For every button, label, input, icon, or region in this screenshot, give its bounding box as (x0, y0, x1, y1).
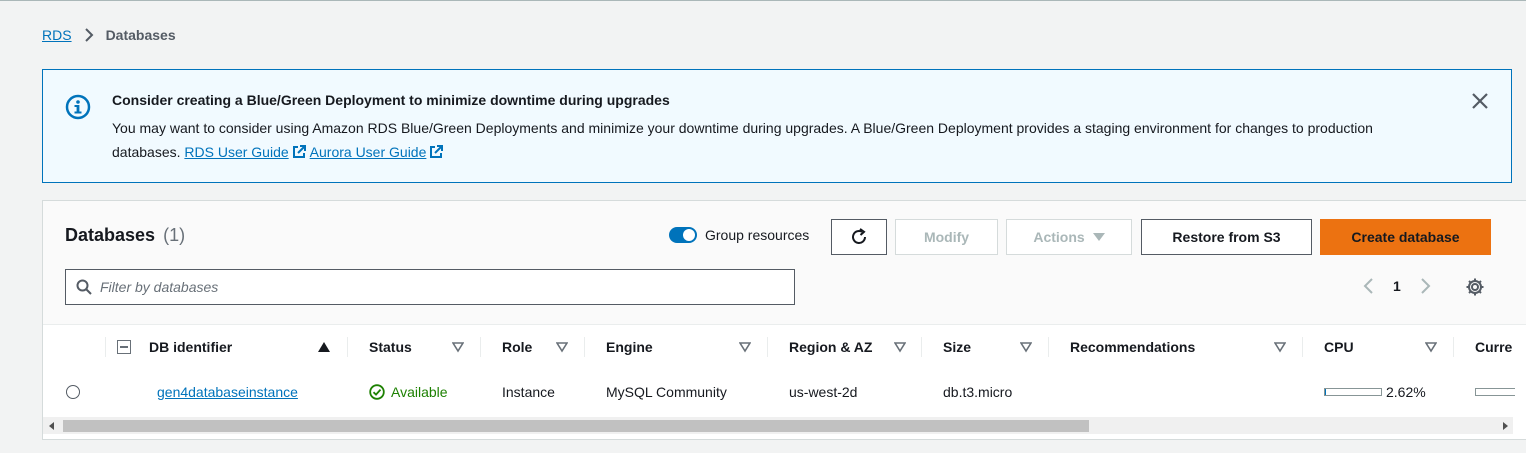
column-region-az[interactable]: Region & AZ (767, 325, 921, 369)
table-header: DB identifier Status Role Engine Region … (43, 325, 1526, 369)
cell-current-activity (1475, 369, 1515, 415)
cell-region: us-west-2d (789, 384, 858, 400)
info-icon (65, 94, 91, 120)
column-recommendations[interactable]: Recommendations (1048, 325, 1302, 369)
cell-engine: MySQL Community (606, 384, 727, 400)
sort-icon (1020, 342, 1032, 353)
external-link-icon (430, 145, 444, 158)
column-label: DB identifier (149, 339, 233, 355)
blue-green-info-alert: Consider creating a Blue/Green Deploymen… (42, 69, 1512, 183)
column-cpu[interactable]: CPU (1302, 325, 1453, 369)
panel-count: (1) (163, 225, 186, 245)
alert-body: You may want to consider using Amazon RD… (112, 116, 1432, 164)
cpu-progress-bar (1324, 388, 1382, 396)
chevron-right-icon[interactable] (1419, 277, 1433, 295)
databases-panel: Databases (1) Group resources Modify Act… (42, 200, 1526, 440)
cpu-progress-fill (1325, 389, 1327, 395)
table-row: gen4databaseinstance Available Instance … (43, 369, 1526, 415)
sort-icon (556, 342, 568, 353)
column-size[interactable]: Size (921, 325, 1048, 369)
row-radio-button[interactable] (66, 385, 80, 399)
sort-icon (739, 342, 751, 353)
cell-role: Instance (502, 384, 555, 400)
search-icon (76, 279, 92, 295)
restore-from-s3-button[interactable]: Restore from S3 (1141, 219, 1312, 255)
column-label: CPU (1324, 339, 1354, 355)
external-link-icon (292, 145, 306, 158)
actions-label: Actions (1033, 229, 1085, 245)
aurora-user-guide-link[interactable]: Aurora User Guide (310, 144, 427, 160)
cell-cpu: 2.62% (1324, 369, 1426, 415)
group-resources-control: Group resources (669, 227, 809, 243)
group-resources-toggle[interactable] (669, 227, 697, 243)
modify-button[interactable]: Modify (895, 219, 998, 255)
status-text: Available (391, 384, 448, 400)
sort-ascending-icon (318, 342, 330, 352)
scroll-left-arrow-icon[interactable] (43, 417, 60, 434)
create-database-button[interactable]: Create database (1320, 219, 1491, 255)
cell-size: db.t3.micro (943, 384, 1013, 400)
cell-db-identifier: gen4databaseinstance (157, 369, 298, 415)
row-select (66, 369, 80, 415)
column-label: Role (502, 339, 533, 355)
pagination: 1 (1361, 277, 1433, 295)
sort-icon (894, 342, 906, 353)
sort-icon (1274, 342, 1286, 353)
column-label: Status (369, 339, 412, 355)
breadcrumb-rds-link[interactable]: RDS (42, 27, 72, 43)
column-status[interactable]: Status (347, 325, 480, 369)
filter-box (65, 269, 795, 305)
column-label: Region & AZ (789, 339, 873, 355)
panel-header: Databases (1) Group resources Modify Act… (43, 201, 1526, 325)
select-all-checkbox[interactable] (117, 340, 131, 354)
panel-title-text: Databases (65, 225, 156, 245)
column-label: Recommendations (1070, 339, 1196, 355)
sort-icon (452, 342, 464, 353)
column-role[interactable]: Role (480, 325, 584, 369)
column-db-identifier[interactable]: DB identifier (105, 325, 348, 369)
activity-progress-bar (1475, 388, 1515, 396)
chevron-left-icon[interactable] (1361, 277, 1375, 295)
scrollbar-thumb[interactable] (63, 420, 1089, 432)
cpu-value: 2.62% (1386, 384, 1426, 400)
db-identifier-link[interactable]: gen4databaseinstance (157, 384, 298, 400)
current-page[interactable]: 1 (1393, 278, 1401, 294)
alert-title: Consider creating a Blue/Green Deploymen… (112, 92, 670, 108)
column-label: Engine (606, 339, 653, 355)
scroll-right-arrow-icon[interactable] (1496, 417, 1513, 434)
breadcrumb-current: Databases (105, 27, 176, 43)
close-icon[interactable] (1471, 92, 1489, 110)
status-badge: Available (369, 384, 448, 400)
caret-down-icon (1092, 233, 1105, 241)
column-label: Curre (1475, 339, 1513, 355)
cell-status: Available (369, 369, 448, 415)
horizontal-scrollbar[interactable] (43, 417, 1513, 434)
column-label: Size (943, 339, 972, 355)
group-resources-label: Group resources (705, 227, 810, 243)
column-current-activity[interactable]: Curre (1453, 325, 1526, 369)
column-engine[interactable]: Engine (584, 325, 767, 369)
gear-icon[interactable] (1465, 277, 1485, 297)
sort-icon (1425, 342, 1437, 353)
panel-title: Databases (1) (65, 225, 185, 246)
refresh-icon (852, 228, 866, 244)
rds-user-guide-link[interactable]: RDS User Guide (184, 144, 288, 160)
check-circle-icon (369, 384, 385, 400)
filter-input[interactable] (100, 279, 780, 295)
actions-dropdown-button[interactable]: Actions (1006, 219, 1132, 255)
chevron-right-icon (84, 28, 94, 42)
breadcrumb: RDS Databases (42, 27, 176, 43)
refresh-button[interactable] (831, 219, 887, 255)
